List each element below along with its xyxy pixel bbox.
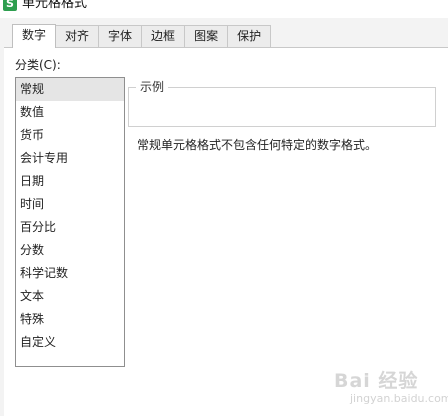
category-item-number[interactable]: 数值 — [16, 101, 124, 124]
category-item-general[interactable]: 常规 — [16, 78, 124, 101]
window-title: 单元格格式 — [22, 0, 88, 11]
spreadsheet-app-icon — [3, 0, 17, 11]
category-list[interactable]: 常规 数值 货币 会计专用 日期 时间 百分比 分数 科学记数 文本 特殊 自定… — [15, 77, 125, 367]
tab-alignment[interactable]: 对齐 — [55, 25, 100, 47]
tab-protection[interactable]: 保护 — [227, 25, 272, 47]
category-item-special[interactable]: 特殊 — [16, 308, 124, 331]
sample-label: 示例 — [136, 78, 169, 95]
category-item-custom[interactable]: 自定义 — [16, 331, 124, 354]
watermark: Bai 经验 jingyan.baidu.com — [304, 360, 448, 410]
category-item-accounting[interactable]: 会计专用 — [16, 147, 124, 170]
tab-border[interactable]: 边框 — [141, 25, 186, 47]
category-item-percentage[interactable]: 百分比 — [16, 216, 124, 239]
format-description: 常规单元格格式不包含任何特定的数字格式。 — [137, 138, 378, 152]
tab-font[interactable]: 字体 — [98, 25, 143, 47]
watermark-text: Bai 经验 — [334, 370, 419, 392]
tab-bar: 数字 对齐 字体 边框 图案 保护 — [12, 24, 272, 48]
category-item-scientific[interactable]: 科学记数 — [16, 262, 124, 285]
category-item-time[interactable]: 时间 — [16, 193, 124, 216]
category-item-text[interactable]: 文本 — [16, 285, 124, 308]
watermark-subtext: jingyan.baidu.com — [350, 392, 448, 405]
category-label: 分类(C): — [15, 58, 61, 72]
tab-pattern[interactable]: 图案 — [184, 25, 229, 47]
title-bar: 单元格格式 — [0, 0, 448, 18]
category-item-currency[interactable]: 货币 — [16, 124, 124, 147]
category-item-date[interactable]: 日期 — [16, 170, 124, 193]
category-item-fraction[interactable]: 分数 — [16, 239, 124, 262]
sample-box — [128, 87, 436, 127]
tab-number[interactable]: 数字 — [12, 24, 57, 48]
